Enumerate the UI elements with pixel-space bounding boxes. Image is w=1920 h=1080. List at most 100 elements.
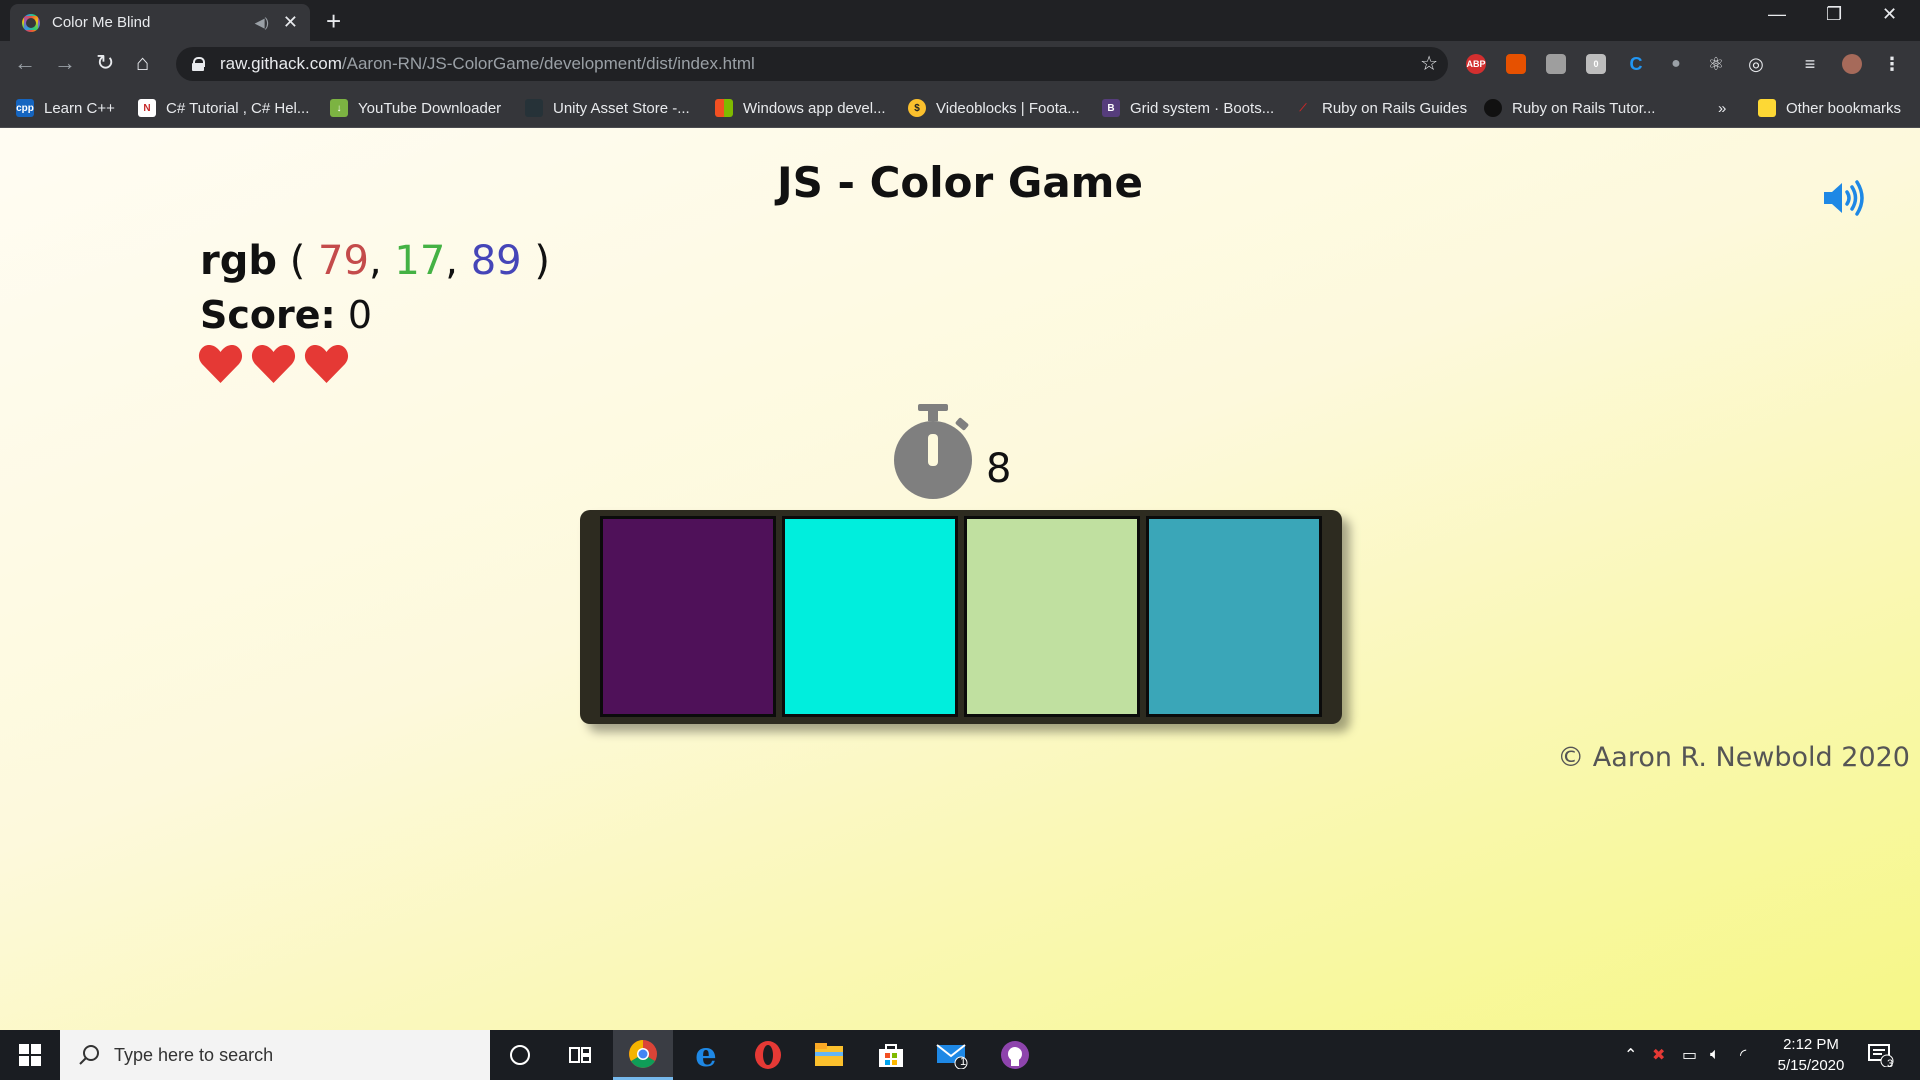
battery-tray-icon[interactable]: ▭ [1682, 1030, 1697, 1080]
task-view-icon [569, 1047, 591, 1063]
bookmark-videoblocks[interactable]: $ Videoblocks | Foota... [908, 88, 1080, 128]
lives-display [198, 343, 349, 385]
heart-icon [304, 344, 349, 383]
other-bookmarks-label: Other bookmarks [1786, 99, 1902, 117]
tab-audio-icon[interactable]: ◀) [255, 15, 269, 31]
browser-toolbar: ← → ↻ ⌂ raw.githack.com/Aaron-RN/JS-Colo… [0, 41, 1920, 88]
reload-icon[interactable]: ↻ [96, 51, 114, 75]
taskbar-file-explorer[interactable] [799, 1030, 859, 1080]
n-logo-icon: N [138, 99, 156, 117]
rgb-red-value: 79 [318, 238, 369, 284]
adblock-extension-icon[interactable]: ABP [1466, 54, 1486, 74]
forward-icon[interactable]: → [54, 51, 76, 75]
rgb-close-paren: ) [534, 238, 550, 284]
rails-icon: ⟋ [1299, 102, 1307, 114]
bookmark-youtube-downloader[interactable]: ↓ YouTube Downloader [330, 88, 501, 128]
mail-badge: 1 [960, 1056, 967, 1068]
bookmark-star-icon[interactable]: ☆ [1420, 51, 1438, 76]
microsoft-logo-icon [715, 99, 733, 117]
media-control-icon[interactable]: ≡ [1800, 54, 1820, 74]
close-window-button[interactable]: ✕ [1882, 4, 1897, 25]
bookmark-learn-cpp[interactable]: cpp Learn C++ [16, 88, 115, 128]
home-icon[interactable]: ⌂ [136, 51, 149, 75]
search-placeholder: Type here to search [114, 1044, 274, 1065]
bookmark-label: C# Tutorial , C# Hel... [166, 99, 310, 117]
wifi-tray-icon[interactable]: ◜ [1740, 1030, 1746, 1080]
dollar-coin-icon: $ [908, 99, 926, 117]
heart-icon [198, 344, 243, 383]
taskbar-mail[interactable]: 1 [922, 1030, 982, 1080]
taskbar-store[interactable] [861, 1030, 921, 1080]
chrome-icon [629, 1039, 657, 1068]
target-extension-icon[interactable]: ◎ [1746, 54, 1766, 74]
tab-favicon-icon [22, 13, 40, 32]
cpp-icon: cpp [16, 99, 34, 117]
taskbar-github-desktop[interactable] [985, 1030, 1045, 1080]
bookmark-label: Learn C++ [44, 99, 115, 117]
windows-taskbar: Type here to search e 1 ⌃ ✖ ▭ 🔈︎ ◜ 2:12 … [0, 1030, 1920, 1080]
color-swatch-3[interactable] [964, 516, 1140, 717]
office-extension-icon[interactable] [1506, 54, 1526, 74]
rgb-blue-value: 89 [470, 238, 522, 284]
bookmark-label: Windows app devel... [743, 99, 886, 117]
task-view-button[interactable] [550, 1030, 610, 1080]
extension-icon[interactable] [1546, 54, 1566, 74]
clock-date: 5/15/2020 [1777, 1057, 1845, 1074]
url-host: raw.githack.com [220, 54, 342, 73]
dropbox-tray-icon[interactable]: ✖ [1652, 1030, 1665, 1080]
tab-close-icon[interactable]: ✕ [283, 12, 298, 33]
sound-toggle-icon[interactable] [1822, 179, 1866, 217]
bookmarks-overflow-button[interactable]: » [1718, 88, 1726, 128]
color-swatch-4[interactable] [1146, 516, 1322, 717]
bookmark-csharp-tutorial[interactable]: N C# Tutorial , C# Hel... [138, 88, 309, 128]
copyright-credit: © Aaron R. Newbold 2020 [1557, 742, 1910, 773]
bookmark-label: YouTube Downloader [358, 99, 502, 117]
taskbar-search-box[interactable]: Type here to search [60, 1030, 490, 1080]
address-bar[interactable]: raw.githack.com/Aaron-RN/JS-ColorGame/de… [176, 47, 1448, 81]
new-tab-button[interactable]: + [326, 8, 341, 34]
clock-time: 2:12 PM [1783, 1036, 1839, 1053]
tutorial-icon [1484, 99, 1502, 117]
taskbar-opera[interactable] [738, 1030, 798, 1080]
game-title: JS - Color Game [777, 158, 1143, 207]
action-center-button[interactable]: 3 [1868, 1030, 1894, 1080]
taskbar-edge[interactable]: e [676, 1030, 736, 1080]
browser-tab[interactable]: Color Me Blind ◀) ✕ [10, 4, 310, 41]
menu-icon[interactable]: ⋮ [1882, 54, 1902, 74]
color-swatch-2[interactable] [782, 516, 958, 717]
lock-icon[interactable] [192, 57, 205, 71]
bookmark-bootstrap-grid[interactable]: B Grid system · Boots... [1102, 88, 1274, 128]
taskbar-chrome[interactable] [613, 1030, 673, 1080]
show-hidden-icons-button[interactable]: ⌃ [1624, 1030, 1637, 1080]
crescent-extension-icon[interactable]: C [1626, 54, 1646, 74]
bookmark-rails-guides[interactable]: ⟋ Ruby on Rails Guides [1294, 88, 1468, 128]
minimize-button[interactable]: — [1768, 4, 1786, 25]
bootstrap-icon: B [1102, 99, 1120, 117]
react-extension-icon[interactable]: ⚛ [1706, 54, 1726, 74]
bookmarks-bar: cpp Learn C++ N C# Tutorial , C# Hel... ↓ Y… [0, 88, 1920, 128]
bookmark-windows-app-dev[interactable]: Windows app devel... [715, 88, 886, 128]
bookmark-label: Ruby on Rails Tutor... [1512, 99, 1656, 117]
mouse-extension-icon[interactable]: ● [1666, 54, 1686, 74]
taskbar-clock[interactable]: 2:12 PM 5/15/2020 [1766, 1034, 1856, 1076]
color-choices-board [580, 510, 1342, 724]
score-value: 0 [347, 293, 372, 337]
bookmark-label: Ruby on Rails Guides [1322, 99, 1468, 117]
back-icon[interactable]: ← [14, 51, 36, 75]
counter-badge: 0 [1593, 59, 1599, 69]
counter-extension-icon[interactable]: 0 [1586, 54, 1606, 74]
volume-tray-icon[interactable]: 🔈︎ [1710, 1030, 1720, 1080]
github-icon [1001, 1041, 1029, 1069]
bookmark-unity-asset-store[interactable]: Unity Asset Store -... [525, 88, 690, 128]
cortana-button[interactable] [490, 1030, 550, 1080]
other-bookmarks-folder[interactable]: Other bookmarks [1758, 88, 1901, 128]
color-swatch-1[interactable] [600, 516, 776, 717]
download-arrow-icon: ↓ [330, 99, 348, 117]
start-button[interactable] [0, 1030, 60, 1080]
notification-badge: 3 [1887, 1058, 1894, 1070]
profile-avatar[interactable] [1842, 54, 1862, 74]
bookmark-rails-tutorial[interactable]: Ruby on Rails Tutor... [1484, 88, 1655, 128]
restore-button[interactable]: ❐ [1826, 4, 1842, 25]
overflow-chevron-icon: » [1718, 99, 1727, 117]
opera-icon [755, 1041, 781, 1069]
